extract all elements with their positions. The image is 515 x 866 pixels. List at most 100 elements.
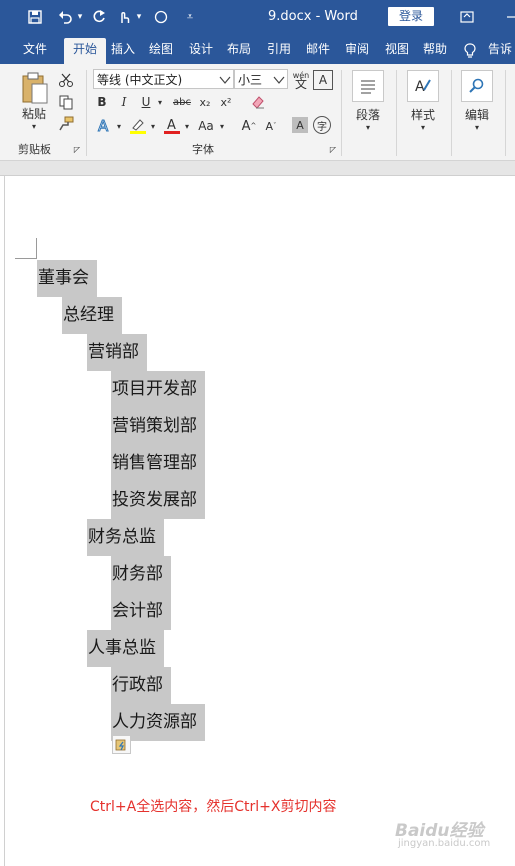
styles-button[interactable]: A 样式 ▾: [400, 70, 446, 132]
title-bar: ▾ ▾ ⩡ 9.docx - Word 登录: [0, 0, 515, 34]
paste-label[interactable]: 粘贴: [16, 106, 52, 121]
minimize-icon[interactable]: [501, 6, 515, 28]
paste-dropdown-icon[interactable]: ▾: [28, 121, 40, 131]
tab-references[interactable]: 引用: [262, 40, 296, 64]
tab-home[interactable]: 开始: [64, 38, 106, 64]
clipboard-launcher-icon[interactable]: ◸: [72, 144, 82, 154]
group-separator: [505, 70, 506, 156]
font-group-label: 字体: [192, 143, 214, 156]
tab-layout[interactable]: 布局: [222, 40, 256, 64]
tab-draw[interactable]: 绘图: [144, 40, 178, 64]
copy-icon[interactable]: [56, 92, 76, 112]
tab-help[interactable]: 帮助: [418, 40, 452, 64]
group-separator: [396, 70, 397, 156]
ribbon-document-gap: [0, 161, 515, 176]
grow-font-icon[interactable]: A ^: [240, 116, 258, 136]
ribbon-tab-bar: 文件 开始 插入 绘图 设计 布局 引用 邮件 审阅 视图 帮助 告诉: [0, 34, 515, 64]
editing-dropdown-icon: ▾: [474, 123, 479, 132]
character-shading-icon[interactable]: A: [292, 117, 308, 133]
underline-dropdown-icon[interactable]: ▾: [155, 93, 165, 111]
font-size-combo[interactable]: 小三: [234, 69, 288, 89]
font-color-icon[interactable]: A: [162, 116, 182, 136]
margin-corner-mark: [36, 238, 37, 259]
doc-line[interactable]: 营销策划部: [111, 408, 205, 445]
font-name-combo[interactable]: 等线 (中文正文): [93, 69, 234, 89]
doc-line[interactable]: 行政部: [111, 667, 171, 704]
styles-label: 样式: [410, 108, 435, 122]
customize-toolbar-icon[interactable]: ⩡: [180, 6, 200, 28]
paragraph-label: 段落: [355, 108, 380, 122]
format-painter-icon[interactable]: [56, 114, 76, 134]
font-name-value: 等线 (中文正文): [97, 73, 183, 87]
underline-button[interactable]: U: [138, 93, 154, 111]
svg-text:A: A: [415, 79, 425, 95]
italic-button[interactable]: I: [116, 93, 132, 111]
watermark-url: jingyan.baidu.com: [398, 838, 491, 849]
editing-label: 编辑: [464, 108, 489, 122]
ribbon: 粘贴 ▾ 剪贴板 ◸ 等线 (中文正文) 小三 wén 文 A B I U ▾ a…: [0, 64, 515, 161]
doc-line[interactable]: 项目开发部: [111, 371, 205, 408]
chevron-down-icon[interactable]: [273, 70, 285, 93]
doc-line[interactable]: 投资发展部: [111, 482, 205, 519]
paste-options-icon[interactable]: [112, 735, 131, 754]
styles-dropdown-icon: ▾: [420, 123, 425, 132]
undo-icon[interactable]: [54, 6, 76, 28]
change-case-button[interactable]: Aa: [195, 116, 217, 136]
window-title: 9.docx - Word: [268, 9, 358, 24]
font-launcher-icon[interactable]: ◸: [328, 144, 338, 154]
superscript-button[interactable]: x²: [217, 93, 235, 111]
paragraph-button[interactable]: 段落 ▾: [345, 70, 391, 132]
group-separator: [451, 70, 452, 156]
enclose-characters-icon[interactable]: 字: [313, 116, 331, 134]
text-effects-dropdown-icon[interactable]: ▾: [114, 120, 124, 132]
tab-review[interactable]: 审阅: [340, 40, 374, 64]
touch-mode-icon[interactable]: [113, 6, 135, 28]
bold-button[interactable]: B: [94, 93, 110, 111]
paste-icon[interactable]: [16, 70, 52, 106]
tab-file[interactable]: 文件: [14, 40, 56, 64]
doc-line[interactable]: 销售管理部: [111, 445, 205, 482]
tab-insert[interactable]: 插入: [106, 40, 140, 64]
change-case-dropdown-icon[interactable]: ▾: [217, 120, 227, 132]
tab-mailings[interactable]: 邮件: [301, 40, 335, 64]
ribbon-display-options-icon[interactable]: [456, 6, 478, 28]
paragraph-dropdown-icon: ▾: [365, 123, 370, 132]
cut-icon[interactable]: [56, 70, 76, 90]
chevron-down-icon[interactable]: [219, 70, 231, 93]
doc-line[interactable]: 财务部: [111, 556, 171, 593]
doc-line[interactable]: 营销部: [87, 334, 147, 371]
highlight-dropdown-icon[interactable]: ▾: [148, 120, 158, 132]
editing-button[interactable]: 编辑 ▾: [454, 70, 500, 132]
tab-tell-me[interactable]: 告诉: [488, 40, 515, 64]
strikethrough-button[interactable]: abc: [170, 93, 194, 111]
search-icon: [461, 70, 493, 102]
save-icon[interactable]: [24, 6, 46, 28]
tab-view[interactable]: 视图: [380, 40, 414, 64]
instruction-caption: Ctrl+A全选内容，然后Ctrl+X剪切内容: [90, 799, 337, 815]
doc-line[interactable]: 董事会: [37, 260, 97, 297]
undo-dropdown-icon[interactable]: ▾: [75, 6, 85, 28]
lightbulb-icon[interactable]: [462, 40, 478, 64]
svg-text:A: A: [98, 117, 109, 135]
doc-line[interactable]: 财务总监: [87, 519, 164, 556]
doc-line[interactable]: 会计部: [111, 593, 171, 630]
text-effects-icon[interactable]: A: [94, 116, 114, 136]
phonetic-guide-icon[interactable]: wén 文: [290, 69, 312, 91]
subscript-button[interactable]: x₂: [196, 93, 214, 111]
doc-line[interactable]: 总经理: [62, 297, 122, 334]
tab-design[interactable]: 设计: [184, 40, 218, 64]
character-border-icon[interactable]: A: [313, 70, 333, 90]
clear-formatting-icon[interactable]: [248, 93, 268, 111]
paragraph-icon: [352, 70, 384, 102]
margin-corner-mark: [15, 258, 37, 259]
login-button[interactable]: 登录: [388, 7, 434, 26]
touch-mode-dropdown-icon[interactable]: ▾: [134, 6, 144, 28]
font-color-dropdown-icon[interactable]: ▾: [182, 120, 192, 132]
font-size-value: 小三: [238, 73, 263, 87]
redo-icon[interactable]: [88, 6, 110, 28]
doc-line[interactable]: 人事总监: [87, 630, 164, 667]
highlight-color-icon[interactable]: [128, 116, 148, 136]
shrink-font-icon[interactable]: Aˇ: [262, 116, 280, 136]
circle-shape-icon[interactable]: [150, 6, 172, 28]
styles-icon: A: [407, 70, 439, 102]
